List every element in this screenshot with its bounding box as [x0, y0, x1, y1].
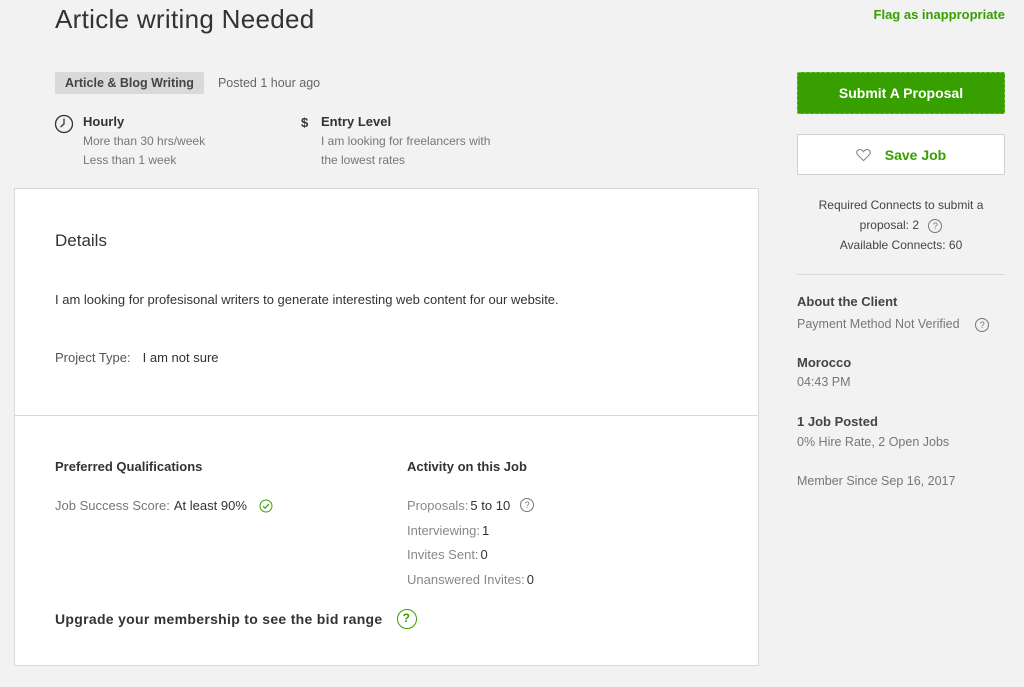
invites-sent-row: Invites Sent: 0: [407, 547, 534, 572]
help-icon[interactable]: ?: [975, 317, 990, 332]
level-desc-line2: the lowest rates: [321, 153, 406, 167]
level-label: Entry Level: [321, 114, 392, 129]
client-member-since: Member Since Sep 16, 2017: [797, 474, 956, 488]
unanswered-invites-label: Unanswered Invites:: [407, 572, 525, 588]
hourly-label: Hourly: [83, 114, 125, 129]
invites-sent-value: 0: [480, 547, 488, 563]
proposals-row: Proposals: 5 to 10 ?: [407, 498, 535, 523]
jss-label: Job Success Score:: [55, 498, 170, 513]
about-client-heading: About the Client: [797, 294, 898, 309]
invites-sent-label: Invites Sent:: [407, 547, 479, 563]
flag-inappropriate-link[interactable]: Flag as inappropriate: [874, 7, 1005, 22]
client-hire-rate: 0% Hire Rate, 2 Open Jobs: [797, 435, 950, 449]
connects-info: Required Connects to submit a proposal: …: [797, 195, 1005, 255]
connects-required-line2: proposal: 2 ?: [797, 215, 1005, 235]
client-jobs-posted: 1 Job Posted: [797, 414, 878, 429]
client-country: Morocco: [797, 355, 852, 370]
upgrade-text: Upgrade your membership to see the bid r…: [55, 611, 383, 627]
experience-level-attribute: $ Entry Level I am looking for freelance…: [301, 114, 490, 170]
hourly-hours: More than 30 hrs/week: [83, 134, 206, 148]
heart-icon: [855, 148, 871, 161]
activity-heading: Activity on this Job: [407, 459, 527, 474]
interviewing-value: 1: [481, 522, 490, 538]
job-description: I am looking for profesisonal writers to…: [55, 292, 559, 307]
category-tag[interactable]: Article & Blog Writing: [55, 72, 204, 94]
sidebar-divider: [797, 274, 1005, 275]
save-job-button[interactable]: Save Job: [797, 134, 1005, 175]
project-type-value: I am not sure: [142, 350, 219, 365]
interviewing-row: Interviewing: 1: [407, 523, 534, 548]
hourly-attribute: Hourly More than 30 hrs/week Less than 1…: [54, 114, 205, 170]
payment-status: Payment Method Not Verified ?: [797, 316, 990, 332]
connects-available: Available Connects: 60: [839, 238, 963, 252]
posted-time: Posted 1 hour ago: [217, 76, 321, 90]
proposals-value: 5 to 10: [470, 498, 511, 513]
unanswered-invites-value: 0: [526, 572, 535, 588]
check-circle-icon: [259, 499, 273, 512]
job-title: Article writing Needed: [55, 4, 315, 34]
help-icon[interactable]: ?: [520, 498, 535, 512]
jss-value: At least 90%: [173, 498, 247, 513]
upgrade-membership-notice: Upgrade your membership to see the bid r…: [55, 609, 417, 629]
clock-icon: [54, 114, 74, 134]
details-heading: Details: [55, 231, 107, 250]
hourly-duration: Less than 1 week: [83, 153, 177, 167]
help-icon[interactable]: ?: [928, 218, 943, 233]
client-local-time: 04:43 PM: [797, 375, 851, 389]
proposals-label: Proposals:: [407, 498, 469, 513]
card-divider: [15, 415, 758, 416]
project-type-label: Project Type:: [55, 350, 131, 365]
save-job-label: Save Job: [884, 146, 947, 163]
activity-list: Proposals: 5 to 10 ? Interviewing: 1 Invit…: [407, 498, 535, 597]
dollar-icon: $: [301, 115, 309, 130]
submit-proposal-button[interactable]: Submit A Proposal: [797, 72, 1005, 114]
connects-required-line1: Required Connects to submit a: [818, 198, 984, 212]
unanswered-invites-row: Unanswered Invites: 0: [407, 572, 534, 597]
project-type: Project Type: I am not sure: [55, 350, 219, 365]
interviewing-label: Interviewing:: [407, 522, 480, 538]
help-icon[interactable]: ?: [396, 609, 417, 629]
job-success-score: Job Success Score: At least 90%: [55, 498, 273, 513]
job-details-card: Details I am looking for profesisonal wr…: [14, 188, 759, 666]
level-desc-line1: I am looking for freelancers with: [321, 134, 491, 148]
job-meta-row: Article & Blog Writing Posted 1 hour ago: [55, 72, 320, 94]
preferred-qualifications-heading: Preferred Qualifications: [55, 459, 203, 474]
